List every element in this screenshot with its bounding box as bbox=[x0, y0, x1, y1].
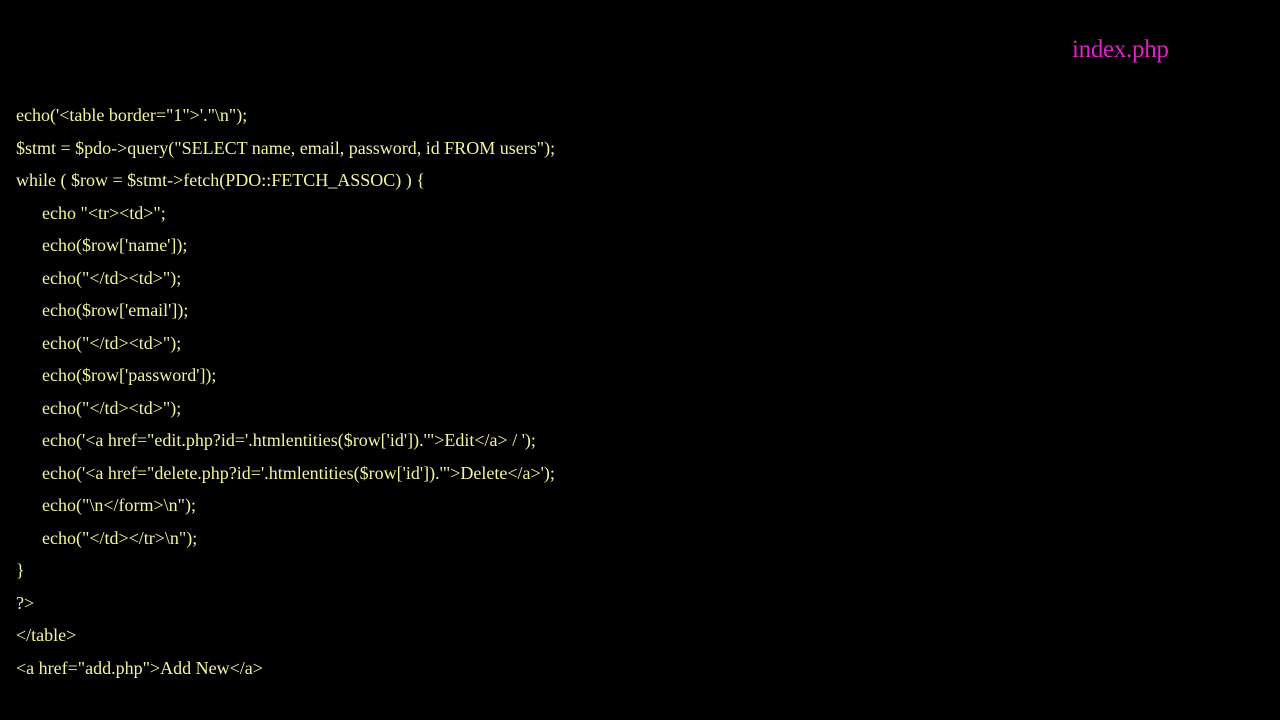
code-line: echo('<a href="delete.php?id='.htmlentit… bbox=[42, 462, 555, 483]
code-line: <a href="add.php">Add New</a> bbox=[16, 657, 263, 678]
code-line: echo("\n</form>\n"); bbox=[42, 495, 196, 515]
code-line: $stmt = $pdo->query("SELECT name, email,… bbox=[16, 137, 556, 158]
code-block: echo('<table border="1">'."\n"); $stmt =… bbox=[16, 99, 555, 684]
code-line: echo('<table border="1">'."\n"); bbox=[16, 105, 248, 125]
slide-title: index.php bbox=[1072, 36, 1169, 63]
code-line: echo($row['name']); bbox=[42, 235, 188, 255]
code-line: </table> bbox=[16, 625, 77, 645]
code-line: echo("</td><td>"); bbox=[42, 267, 182, 288]
code-line: echo($row['email']); bbox=[42, 300, 189, 320]
code-line: } bbox=[16, 560, 25, 580]
code-line: ?> bbox=[16, 592, 35, 613]
code-line: echo($row['password']); bbox=[42, 365, 217, 385]
code-line: echo "<tr><td>"; bbox=[42, 202, 166, 223]
code-line: while ( $row = $stmt->fetch(PDO::FETCH_A… bbox=[16, 170, 425, 190]
code-line: echo("</td><td>"); bbox=[42, 332, 182, 353]
code-line: echo("</td><td>"); bbox=[42, 397, 182, 418]
code-line: echo('<a href="edit.php?id='.htmlentitie… bbox=[42, 430, 536, 450]
code-line: echo("</td></tr>\n"); bbox=[42, 527, 198, 548]
